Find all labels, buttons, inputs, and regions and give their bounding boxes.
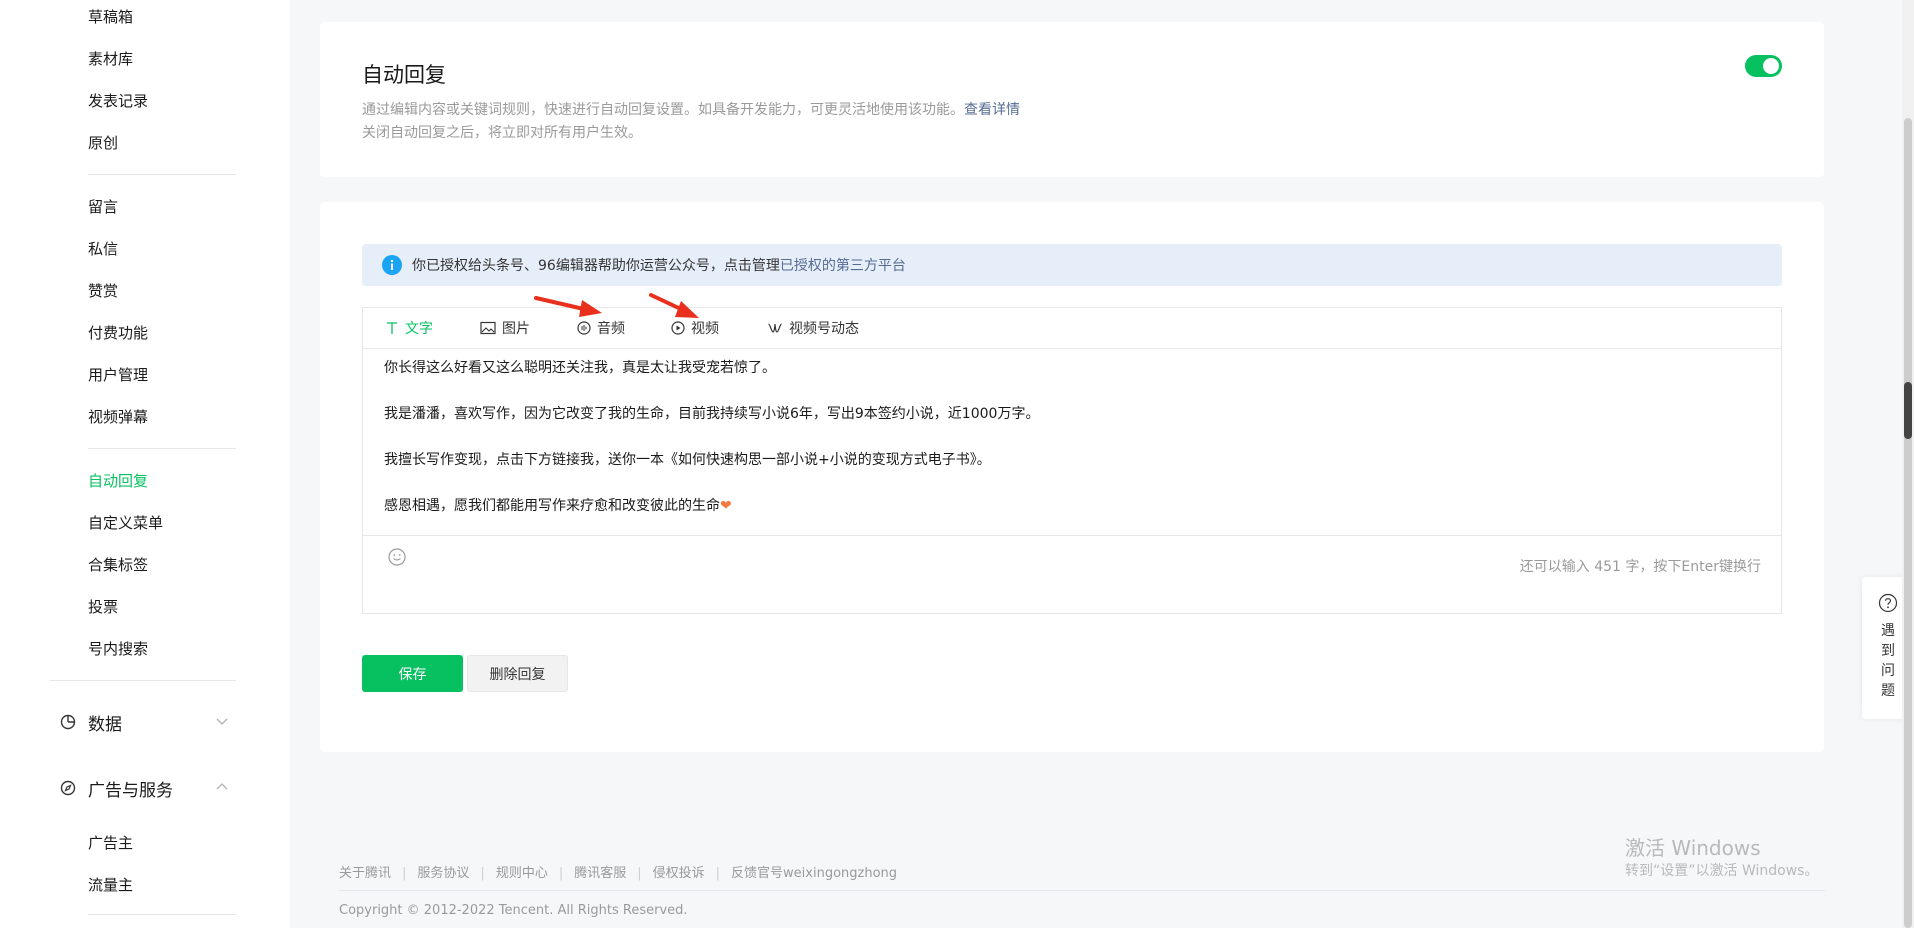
scrollbar-thumb[interactable] xyxy=(1904,118,1912,928)
page-title: 自动回复 xyxy=(362,63,446,87)
sidebar-section-data[interactable]: 数据 xyxy=(60,710,230,735)
image-icon xyxy=(480,321,496,335)
reply-paragraph: 你长得这么好看又这么聪明还关注我，真是太让我受宠若惊了。 xyxy=(384,360,776,376)
auto-reply-description: 通过编辑内容或关键词规则，快速进行自动回复设置。如具备开发能力，可更灵活地使用该… xyxy=(362,99,1020,119)
tab-label: 图片 xyxy=(502,321,530,337)
question-icon xyxy=(1878,593,1898,613)
footer-link-complaints[interactable]: 侵权投诉 xyxy=(653,866,705,881)
sidebar-item-rewards[interactable]: 赞赏 xyxy=(88,280,118,301)
sidebar-item-drafts[interactable]: 草稿箱 xyxy=(88,6,133,27)
chevron-up-icon xyxy=(216,783,228,790)
description-text: 通过编辑内容或关键词规则，快速进行自动回复设置。如具备开发能力，可更灵活地使用该… xyxy=(362,102,964,118)
tab-label: 音频 xyxy=(597,321,625,337)
sidebar-divider xyxy=(88,914,236,915)
sidebar-divider xyxy=(50,680,236,681)
toggle-knob xyxy=(1763,58,1779,74)
footer-link-rules[interactable]: 规则中心 xyxy=(496,866,548,881)
sidebar-section-label: 广告与服务 xyxy=(88,780,173,801)
audio-icon xyxy=(577,321,591,335)
auto-reply-toggle[interactable] xyxy=(1745,55,1782,77)
character-counter: 还可以输入 451 字，按下Enter键换行 xyxy=(1519,559,1761,575)
footer-link-feedback[interactable]: 反馈官号weixingongzhong xyxy=(731,866,897,881)
sidebar-item-material-library[interactable]: 素材库 xyxy=(88,48,133,69)
sidebar-item-internal-search[interactable]: 号内搜索 xyxy=(88,638,148,659)
sidebar-divider xyxy=(88,174,236,175)
copyright: Copyright © 2012-2022 Tencent. All Right… xyxy=(339,903,688,918)
tab-channels-moment[interactable]: 视频号动态 xyxy=(767,308,859,348)
sidebar-item-voting[interactable]: 投票 xyxy=(88,596,118,617)
footer-divider xyxy=(339,890,1825,891)
red-arrow-annotation xyxy=(534,296,602,317)
tab-image[interactable]: 图片 xyxy=(480,308,530,348)
scrollbar-marker xyxy=(1904,382,1912,439)
third-party-platform-link[interactable]: 已授权的第三方平台 xyxy=(780,255,906,275)
channels-icon xyxy=(768,323,782,333)
sidebar-divider xyxy=(88,448,236,449)
reply-paragraph-text: 感恩相遇，愿我们都能用写作来疗愈和改变彼此的生命 xyxy=(384,498,720,514)
footer-link-terms[interactable]: 服务协议 xyxy=(417,866,469,881)
reply-paragraph: 我擅长写作变现，点击下方链接我，送你一本《如何快速构思一部小说+小说的变现方式电… xyxy=(384,452,991,468)
pie-chart-icon xyxy=(60,714,76,730)
footer-separator: | xyxy=(558,866,564,881)
tab-text[interactable]: 文字 xyxy=(385,308,433,348)
sidebar-item-original[interactable]: 原创 xyxy=(88,132,118,153)
save-button[interactable]: 保存 xyxy=(362,655,463,692)
red-arrow-annotation xyxy=(649,293,699,318)
info-icon xyxy=(382,255,402,275)
authorization-notice: 你已授权给头条号、96编辑器帮助你运营公众号，点击管理 已授权的第三方平台 xyxy=(362,244,1782,286)
auto-reply-warning: 关闭自动回复之后，将立即对所有用户生效。 xyxy=(362,125,642,141)
sidebar-item-custom-menu[interactable]: 自定义菜单 xyxy=(88,512,163,533)
sidebar-item-comments[interactable]: 留言 xyxy=(88,196,118,217)
sidebar-item-publisher[interactable]: 流量主 xyxy=(88,874,133,895)
sidebar-item-publish-records[interactable]: 发表记录 xyxy=(88,90,148,111)
sidebar-item-paid-features[interactable]: 付费功能 xyxy=(88,322,148,343)
compass-icon xyxy=(60,780,76,796)
sidebar-section-ads-services[interactable]: 广告与服务 xyxy=(60,776,230,801)
delete-reply-button[interactable]: 删除回复 xyxy=(467,655,568,692)
chevron-down-icon xyxy=(216,718,228,725)
sidebar-section-label: 数据 xyxy=(88,714,122,735)
footer-separator: | xyxy=(402,866,407,881)
auto-reply-header-card: 自动回复 通过编辑内容或关键词规则，快速进行自动回复设置。如具备开发能力，可更灵… xyxy=(320,22,1824,177)
footer-separator: | xyxy=(637,866,642,881)
tab-label: 文字 xyxy=(405,321,433,337)
notice-text: 你已授权给头条号、96编辑器帮助你运营公众号，点击管理 xyxy=(412,258,780,274)
reply-paragraph: 我是潘潘，喜欢写作，因为它改变了我的生命，目前我持续写小说6年，写出9本签约小说… xyxy=(384,406,1040,422)
footer-links: 关于腾讯 | 服务协议 | 规则中心 | 腾讯客服 | 侵权投诉 | 反馈官号weixingongz… xyxy=(339,862,897,881)
footer-separator: | xyxy=(715,866,721,881)
sidebar: 草稿箱 素材库 发表记录 原创 留言 私信 赞赏 付费功能 用户管理 视频弹幕 … xyxy=(0,0,290,928)
page-scrollbar[interactable] xyxy=(1902,0,1914,928)
reply-text-content[interactable]: 你长得这么好看又这么聪明还关注我，真是太让我受宠若惊了。 我是潘潘，喜欢写作，因… xyxy=(384,358,1754,542)
footer-link-support[interactable]: 腾讯客服 xyxy=(574,866,626,881)
footer-link-about[interactable]: 关于腾讯 xyxy=(339,866,391,881)
sidebar-item-messages[interactable]: 私信 xyxy=(88,238,118,259)
sidebar-item-user-management[interactable]: 用户管理 xyxy=(88,364,148,385)
tab-label: 视频号动态 xyxy=(789,321,859,337)
view-details-link[interactable]: 查看详情 xyxy=(964,102,1020,118)
windows-activation-hint: 转到“设置”以激活 Windows。 xyxy=(1625,863,1819,879)
reply-editor: 文字 图片 音频 视频 视频号动态 你长得这么好看又这么聪明还关注我，真是太让我… xyxy=(362,307,1782,614)
text-icon xyxy=(387,322,397,334)
sidebar-item-collection-tags[interactable]: 合集标签 xyxy=(88,554,148,575)
windows-activation-watermark: 激活 Windows xyxy=(1625,836,1761,860)
sidebar-item-auto-reply[interactable]: 自动回复 xyxy=(88,470,148,491)
emoji-icon[interactable] xyxy=(387,547,407,567)
footer-separator: | xyxy=(480,866,485,881)
sidebar-item-advertiser[interactable]: 广告主 xyxy=(88,832,133,853)
heart-emoji: ❤ xyxy=(720,498,732,514)
editor-footer-divider xyxy=(363,535,1781,536)
sidebar-item-video-danmaku[interactable]: 视频弹幕 xyxy=(88,406,148,427)
reply-editor-card: 你已授权给头条号、96编辑器帮助你运营公众号，点击管理 已授权的第三方平台 文字 … xyxy=(320,202,1824,752)
help-label: 遇到问题 xyxy=(1881,623,1895,699)
